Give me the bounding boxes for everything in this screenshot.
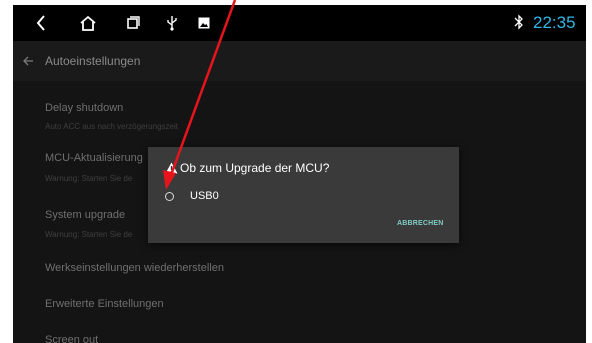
status-time: 22:35 (533, 13, 576, 32)
image-icon (196, 5, 212, 41)
settings-item-title: System upgrade (45, 209, 126, 221)
settings-item-subtitle: Warnung: Starten Sie de (45, 174, 133, 183)
device-screen: 22:35 Autoeinstellungen Delay shutdown A… (13, 5, 586, 343)
usb-icon (164, 5, 180, 41)
dialog-title: Ob zum Upgrade der MCU? (180, 161, 330, 175)
arrow-back-icon[interactable] (22, 54, 34, 72)
bluetooth-icon (514, 14, 524, 35)
settings-item-title: Delay shutdown (45, 102, 124, 114)
recent-apps-icon[interactable] (123, 5, 143, 41)
usb0-radio-button[interactable] (165, 192, 174, 201)
usb0-option-label[interactable]: USB0 (190, 190, 219, 202)
page-title: Autoeinstellungen (45, 54, 141, 68)
back-icon[interactable] (31, 5, 51, 41)
settings-item-subtitle: Auto ACC aus nach verzögerungszeit (45, 122, 178, 131)
settings-item-title: MCU-Aktualisierung (45, 152, 143, 164)
mcu-upgrade-dialog: Ob zum Upgrade der MCU? USB0 ABBRECHEN (148, 147, 459, 243)
settings-item-title: Erweiterte Einstellungen (45, 298, 164, 310)
app-bar: Autoeinstellungen (13, 41, 586, 81)
settings-item-title: Werkseinstellungen wiederherstellen (45, 262, 224, 274)
home-icon[interactable] (77, 5, 99, 41)
settings-item-subtitle: Warnung: Starten Sie de (45, 230, 133, 239)
status-bar: 22:35 (13, 5, 586, 41)
settings-item-title: Screen out (45, 334, 99, 343)
warning-icon (165, 161, 178, 179)
cancel-button[interactable]: ABBRECHEN (397, 220, 444, 227)
